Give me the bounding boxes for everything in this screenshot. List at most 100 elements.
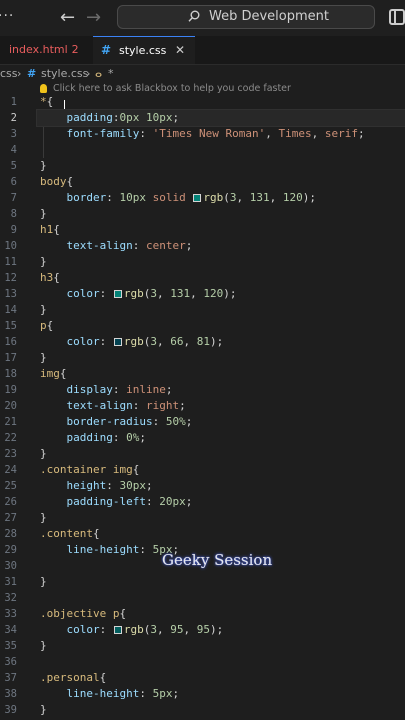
code-line[interactable]: 2 padding:0px 10px; <box>0 109 405 127</box>
lightbulb-icon <box>40 84 47 93</box>
menu-edge-glyphs[interactable]: ··· <box>0 8 14 24</box>
code-editor[interactable]: 1 *{2 padding:0px 10px; 3 font-family: 'Ti… <box>0 94 405 720</box>
breadcrumb-folder[interactable]: css <box>0 67 18 80</box>
line-number: 14 <box>4 304 17 316</box>
code-text: .content{ <box>40 527 100 540</box>
code-line[interactable]: 32 <box>0 590 405 606</box>
code-line[interactable]: 27} <box>0 510 405 526</box>
code-line[interactable]: 34 color: rgb(3, 95, 95); <box>0 622 405 638</box>
code-line[interactable]: 26 padding-left: 20px; <box>0 494 405 510</box>
line-number: 35 <box>4 640 17 652</box>
code-line[interactable]: 8} <box>0 206 405 222</box>
arrow-left-icon[interactable]: ← <box>60 7 75 28</box>
code-text: } <box>40 703 47 716</box>
line-number: 5 <box>10 160 17 172</box>
line-number: 17 <box>4 352 17 364</box>
line-number: 7 <box>10 192 17 204</box>
line-number: 4 <box>10 144 17 156</box>
line-number: 18 <box>4 368 17 380</box>
close-icon[interactable]: ✕ <box>175 37 185 64</box>
code-line[interactable]: 33 .objective p{ <box>0 606 405 622</box>
line-number: 11 <box>4 256 17 268</box>
code-line[interactable]: 24 .container img{ <box>0 462 405 478</box>
code-line[interactable]: 11} <box>0 254 405 270</box>
code-text: h1{ <box>40 223 60 236</box>
problems-count-badge: 2 <box>71 43 79 56</box>
code-line[interactable]: 17} <box>0 350 405 366</box>
command-center-label: Web Development <box>209 9 329 24</box>
css-file-icon: # <box>27 67 37 80</box>
line-number: 27 <box>4 512 17 524</box>
code-line[interactable]: 39} <box>0 702 405 718</box>
breadcrumb-file[interactable]: style.css <box>41 67 88 80</box>
line-number: 39 <box>4 704 17 716</box>
code-line[interactable]: 4 <box>0 142 405 158</box>
breadcrumb-symbol[interactable]: * <box>108 67 114 80</box>
code-text: line-height: 5px; <box>66 543 180 556</box>
code-line[interactable]: 31} <box>0 574 405 590</box>
color-swatch[interactable] <box>113 290 122 298</box>
code-line[interactable]: 7 border: 10px solid rgb(3, 131, 120); <box>0 190 405 206</box>
code-line[interactable]: 9 h1{ <box>0 222 405 238</box>
arrow-right-icon[interactable]: → <box>86 7 101 28</box>
tab-label: index.html <box>9 43 68 56</box>
code-text: } <box>40 351 47 364</box>
code-text: padding: 0%; <box>66 431 146 444</box>
line-number: 19 <box>4 384 17 396</box>
code-text: .container img{ <box>40 463 140 476</box>
code-line[interactable]: 22 padding: 0%; <box>0 430 405 446</box>
code-line[interactable]: 35} <box>0 638 405 654</box>
layout-sidebar-icon[interactable] <box>389 9 405 25</box>
code-line[interactable]: 25 height: 30px; <box>0 478 405 494</box>
code-line[interactable]: 16 color: rgb(3, 66, 81); <box>0 334 405 350</box>
command-center-search[interactable]: Web Development <box>117 5 375 29</box>
line-number: 34 <box>4 624 17 636</box>
color-swatch[interactable] <box>193 194 202 202</box>
tab-index-html[interactable]: index.html 2 <box>0 36 90 64</box>
code-line[interactable]: 12 h3{ <box>0 270 405 286</box>
code-line[interactable]: 15 p{ <box>0 318 405 334</box>
code-line[interactable]: 14} <box>0 302 405 318</box>
code-text: border: 10px solid rgb(3, 131, 120); <box>66 191 317 204</box>
code-line[interactable]: 13 color: rgb(3, 131, 120); <box>0 286 405 302</box>
code-line[interactable]: 23} <box>0 446 405 462</box>
code-text: } <box>40 639 47 652</box>
color-swatch[interactable] <box>113 338 122 346</box>
code-line[interactable]: 36 <box>0 654 405 670</box>
line-number: 33 <box>4 608 17 620</box>
code-text: } <box>40 575 47 588</box>
code-line[interactable]: 28 .content{ <box>0 526 405 542</box>
code-line[interactable]: 18 img{ <box>0 366 405 382</box>
line-number: 28 <box>4 528 17 540</box>
code-text: border-radius: 50%; <box>66 415 193 428</box>
code-line[interactable]: 38 line-height: 5px; <box>0 686 405 702</box>
code-line[interactable]: 10 text-align: center; <box>0 238 405 254</box>
line-number: 20 <box>4 400 17 412</box>
breadcrumb: css › # style.css › ⴰ * <box>0 65 405 83</box>
line-number: 6 <box>10 176 17 188</box>
code-line[interactable]: 3 font-family: 'Times New Roman', Times,… <box>0 126 405 142</box>
line-number: 26 <box>4 496 17 508</box>
line-number: 29 <box>4 544 17 556</box>
hint-text: Click here to ask Blackbox to help you c… <box>53 83 291 94</box>
code-line[interactable]: 21 border-radius: 50%; <box>0 414 405 430</box>
line-number: 32 <box>4 592 17 604</box>
code-text: display: inline; <box>66 383 173 396</box>
code-text: text-align: right; <box>66 399 186 412</box>
code-line[interactable]: 37 .personal{ <box>0 670 405 686</box>
code-text: *{ <box>40 95 54 108</box>
code-text: color: rgb(3, 66, 81); <box>66 335 224 348</box>
line-number: 37 <box>4 672 17 684</box>
code-text: h3{ <box>40 271 60 284</box>
line-number: 22 <box>4 432 17 444</box>
code-text: } <box>40 159 47 172</box>
tab-style-css[interactable]: # style.css ✕ <box>93 36 195 64</box>
color-swatch[interactable] <box>113 626 122 634</box>
line-number: 23 <box>4 448 17 460</box>
code-line[interactable]: 20 text-align: right; <box>0 398 405 414</box>
line-number: 3 <box>10 128 17 140</box>
code-line[interactable]: 19 display: inline; <box>0 382 405 398</box>
code-line[interactable]: 6 body{ <box>0 174 405 190</box>
code-line[interactable]: 5} <box>0 158 405 174</box>
code-line[interactable]: 1 *{ <box>0 94 405 110</box>
